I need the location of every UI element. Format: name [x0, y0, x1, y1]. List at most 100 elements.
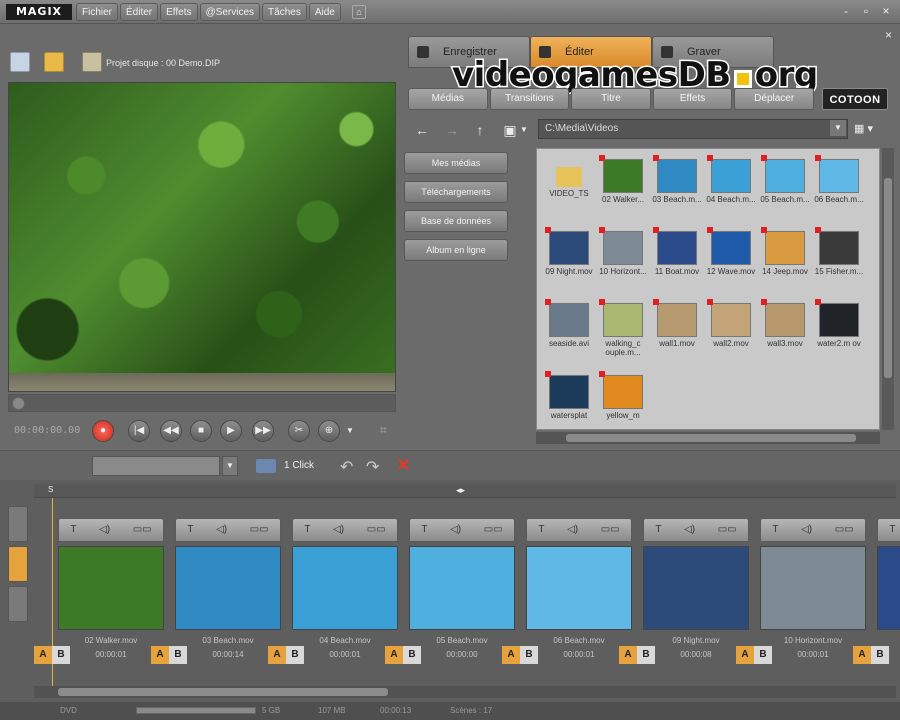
menu-help[interactable]: Aide [308, 3, 341, 21]
menu-edit[interactable]: Éditer [120, 3, 159, 21]
clip-thumbnail[interactable] [58, 546, 164, 630]
transition-ab-button[interactable]: AB [502, 646, 538, 664]
transition-ab-button[interactable]: AB [736, 646, 772, 664]
zoom-button[interactable]: ⊕ [318, 420, 340, 442]
media-item[interactable]: watersplat [543, 369, 595, 429]
scroll-thumb[interactable] [884, 178, 892, 378]
scroll-thumb[interactable] [58, 688, 388, 696]
clip-title-icon[interactable]: T [304, 519, 310, 541]
forward-arrow-icon[interactable]: → [442, 120, 462, 140]
media-item[interactable]: 06 Beach.m... [813, 153, 865, 223]
play-button[interactable]: ▶ [220, 420, 242, 442]
up-arrow-icon[interactable]: ↑ [470, 120, 490, 140]
media-item[interactable]: 04 Beach.m... [705, 153, 757, 223]
media-item[interactable]: seaside.avi [543, 297, 595, 367]
start-marker[interactable]: S [48, 485, 56, 497]
timeline-clip[interactable]: T ◁) ▭▭ 05 Beach.mov 00:00:00 [409, 518, 517, 674]
online-album-button[interactable]: Album en ligne [404, 239, 508, 261]
one-click-icon[interactable] [256, 459, 276, 473]
template-select[interactable] [92, 456, 220, 476]
clip-title-icon[interactable]: T [187, 519, 193, 541]
clip-audio-icon[interactable]: ◁) [684, 519, 695, 541]
storyboard-view-icon[interactable] [8, 506, 28, 542]
downloads-button[interactable]: Téléchargements [404, 181, 508, 203]
clip-thumbnail[interactable] [760, 546, 866, 630]
clip-effects-icon[interactable]: ▭▭ [250, 519, 269, 541]
timeline-view-icon[interactable] [8, 586, 28, 622]
clip-title-icon[interactable]: T [538, 519, 544, 541]
clip-effects-icon[interactable]: ▭▭ [718, 519, 737, 541]
transition-ab-button[interactable]: AB [268, 646, 304, 664]
database-button[interactable]: Base de données [404, 210, 508, 232]
one-click-label[interactable]: 1 Click [284, 460, 314, 471]
menu-effects[interactable]: Effets [160, 3, 198, 21]
my-media-button[interactable]: Mes médias [404, 152, 508, 174]
media-item[interactable]: wall1.mov [651, 297, 703, 367]
clip-audio-icon[interactable]: ◁) [216, 519, 227, 541]
transition-ab-button[interactable]: AB [151, 646, 187, 664]
pin-preview-icon[interactable]: ⌗ [380, 423, 387, 438]
stop-button[interactable]: ■ [190, 420, 212, 442]
view-mode-icon[interactable]: ▦ ▾ [854, 120, 884, 138]
media-item[interactable]: wall2.mov [705, 297, 757, 367]
timeline-clip[interactable]: T ◁) ▭▭ 09 Night.mov 00:00:08 [643, 518, 751, 674]
computer-dropdown-icon[interactable]: ▼ [514, 120, 534, 140]
clip-thumbnail[interactable] [643, 546, 749, 630]
timeline-clip[interactable]: T ◁) ▭▭ 03 Beach.mov 00:00:14 [175, 518, 283, 674]
restore-icon[interactable]: ▫ [860, 4, 872, 18]
clip-audio-icon[interactable]: ◁) [567, 519, 578, 541]
forward-button[interactable]: ▶▶ [252, 420, 274, 442]
pin-icon[interactable]: ⌂ [352, 5, 366, 19]
template-dropdown-icon[interactable]: ▼ [222, 456, 238, 476]
media-item[interactable]: 02 Walker... [597, 153, 649, 223]
timeline-clip[interactable]: T ◁) ▭▭ 10 Horizont.mov 00:00:01 [760, 518, 868, 674]
rewind-button[interactable]: ◀◀ [160, 420, 182, 442]
new-project-icon[interactable] [10, 52, 30, 72]
clip-title-icon[interactable]: T [421, 519, 427, 541]
seek-knob[interactable] [12, 397, 25, 410]
scene-view-icon[interactable] [8, 546, 28, 582]
path-field[interactable]: C:\Media\Videos [538, 119, 848, 139]
tab-title[interactable]: Titre [571, 88, 651, 110]
transition-ab-button[interactable]: AB [34, 646, 70, 664]
media-item[interactable]: 15 Fisher.m... [813, 225, 865, 295]
minimize-icon[interactable]: - [840, 4, 852, 18]
tab-effects[interactable]: Effets [652, 88, 733, 110]
clip-effects-icon[interactable]: ▭▭ [484, 519, 503, 541]
clip-effects-icon[interactable]: ▭▭ [835, 519, 854, 541]
media-item[interactable]: 05 Beach.m... [759, 153, 811, 223]
timeline-ruler[interactable]: S ◂▸ [34, 484, 896, 498]
clip-audio-icon[interactable]: ◁) [801, 519, 812, 541]
media-item[interactable]: 11 Boat.mov [651, 225, 703, 295]
clip-thumbnail[interactable] [877, 546, 900, 630]
clip-title-icon[interactable]: T [655, 519, 661, 541]
redo-icon[interactable]: ↷ [366, 457, 379, 477]
clip-title-icon[interactable]: T [772, 519, 778, 541]
clip-title-icon[interactable]: T [70, 519, 76, 541]
cotoon-button[interactable]: COTOON [822, 88, 888, 110]
scroll-thumb[interactable] [566, 434, 856, 442]
tab-media[interactable]: Médias [408, 88, 488, 110]
clip-audio-icon[interactable]: ◁) [450, 519, 461, 541]
media-horizontal-scrollbar[interactable] [536, 432, 880, 444]
clip-effects-icon[interactable]: ▭▭ [601, 519, 620, 541]
tab-transitions[interactable]: Transitions [489, 88, 570, 110]
media-item[interactable]: 09 Night.mov [543, 225, 595, 295]
menu-file[interactable]: Fichier [76, 3, 119, 21]
clip-thumbnail[interactable] [409, 546, 515, 630]
clip-effects-icon[interactable]: ▭▭ [133, 519, 152, 541]
clip-thumbnail[interactable] [292, 546, 398, 630]
clip-audio-icon[interactable]: ◁) [333, 519, 344, 541]
path-dropdown-icon[interactable]: ▼ [830, 120, 846, 136]
media-item[interactable]: 03 Beach.m... [651, 153, 703, 223]
media-item[interactable]: 12 Wave.mov [705, 225, 757, 295]
preview-seekbar[interactable] [8, 394, 396, 412]
timeline-clip[interactable]: T ◁) ▭▭ 04 Beach.mov 00:00:01 [292, 518, 400, 674]
timeline-clip[interactable]: T ◁) ▭▭ 02 Walker.mov 00:00:01 [58, 518, 166, 674]
media-item[interactable]: walking_c ouple.m... [597, 297, 649, 367]
clip-effects-icon[interactable]: ▭▭ [367, 519, 386, 541]
media-item[interactable]: wall3.mov [759, 297, 811, 367]
media-item[interactable]: yellow_m [597, 369, 649, 429]
transition-ab-button[interactable]: AB [619, 646, 655, 664]
split-button[interactable]: ✂ [288, 420, 310, 442]
